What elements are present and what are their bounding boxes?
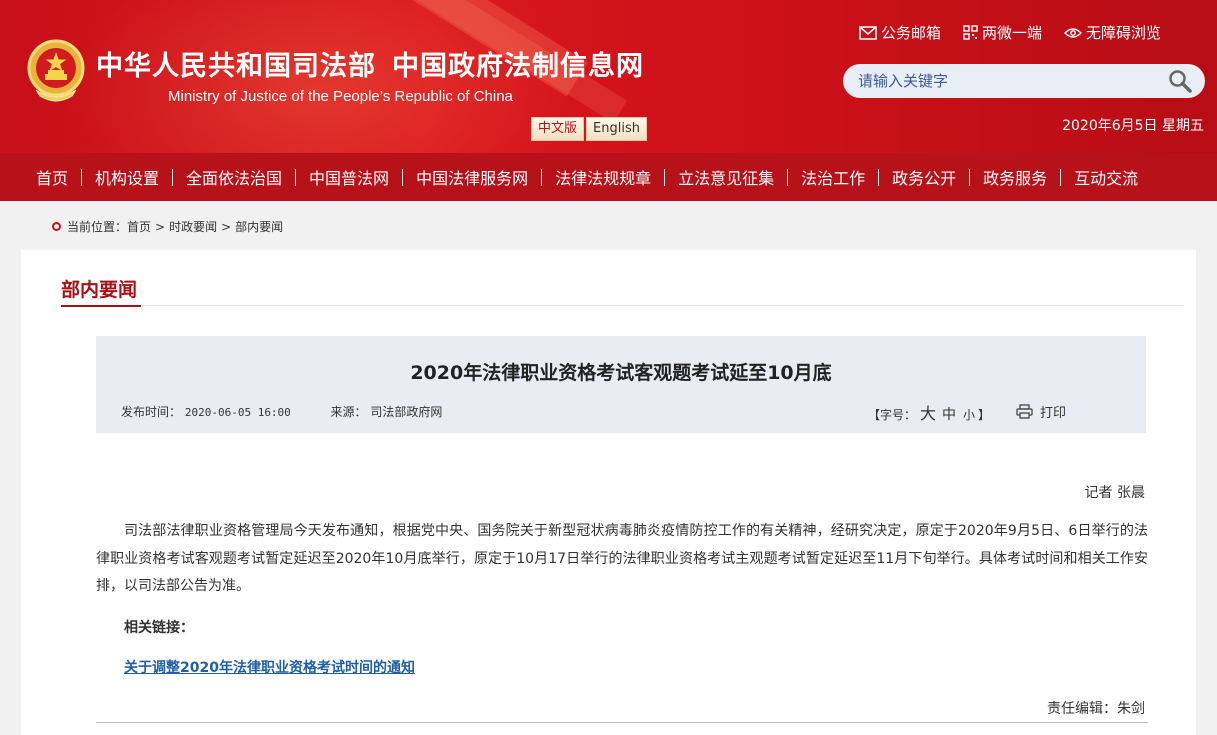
official-mail-label: 公务邮箱 (881, 24, 942, 42)
nav-item-pufa[interactable]: 中国普法网 (296, 165, 402, 189)
breadcrumb-political-news[interactable]: 时政要闻 (169, 218, 217, 235)
nav-separator (878, 168, 880, 186)
font-size-label: 【字号： (868, 408, 917, 422)
nav-separator (664, 168, 666, 186)
breadcrumb-home[interactable]: 首页 (127, 218, 151, 235)
mail-icon (859, 25, 877, 40)
site-title: 中华人民共和国司法部 中国政府法制信息网 (96, 44, 660, 83)
font-size-control: 【字号： 大 中 小 】 (868, 400, 990, 424)
current-date: 2020年6月5日 星期五 (1062, 118, 1204, 134)
official-mail-link[interactable]: 公务邮箱 (859, 22, 941, 43)
printer-icon (1016, 404, 1033, 419)
lang-english-button[interactable]: English (586, 117, 647, 141)
breadcrumb-separator: > (155, 219, 166, 234)
article-body: 司法部法律职业资格管理局今天发布通知，根据党中央、国务院关于新型冠状病毒肺炎疫情… (96, 523, 1148, 594)
site-title-ministry: 中华人民共和国司法部 (96, 51, 376, 82)
language-switch: 中文版 English (531, 117, 647, 141)
nav-item-government-services[interactable]: 政务服务 (970, 165, 1060, 189)
national-emblem-icon[interactable] (26, 38, 86, 104)
article-meta: 发布时间： 2020-06-05 16:00 来源： 司法部政府网 (121, 403, 442, 420)
main-nav: 首页 机构设置 全面依法治国 中国普法网 中国法律服务网 法律法规规章 立法意见… (0, 153, 1217, 201)
responsible-editor: 责任编辑：朱剑 (1047, 701, 1145, 717)
search-box (843, 64, 1205, 98)
search-input[interactable] (858, 72, 1167, 90)
article-bottom-divider (96, 722, 1148, 723)
site-header: 中华人民共和国司法部 中国政府法制信息网 Ministry of Justice … (0, 0, 1217, 153)
font-size-medium-button[interactable]: 中 (942, 404, 956, 424)
accessibility-link[interactable]: 无障碍浏览 (1064, 22, 1161, 43)
article-title: 2020年法律职业资格考试客观题考试延至10月底 (410, 362, 832, 384)
nav-item-regulations[interactable]: 法律法规规章 (542, 165, 664, 189)
weibo-wechat-app-link[interactable]: 两微一端 (963, 22, 1042, 43)
font-size-bracket-close: 】 (978, 408, 991, 422)
publish-time: 2020-06-05 16:00 (184, 406, 291, 419)
nav-item-legislation-opinions[interactable]: 立法意见征集 (665, 165, 787, 189)
site-title-network: 中国政府法制信息网 (392, 51, 644, 82)
nav-item-interaction[interactable]: 互动交流 (1061, 165, 1151, 189)
lang-chinese-button[interactable]: 中文版 (531, 117, 585, 141)
eye-icon (1064, 27, 1083, 38)
related-links-label: 相关链接： (124, 620, 194, 636)
breadcrumb-ministry-news[interactable]: 部内要闻 (235, 218, 283, 235)
source-value: 司法部政府网 (370, 405, 443, 419)
nav-separator (541, 168, 543, 186)
publish-time-label: 发布时间： (121, 405, 182, 419)
reporter-name: 记者 张晨 (1084, 485, 1145, 501)
section-title-underline (61, 305, 141, 307)
nav-item-organization[interactable]: 机构设置 (82, 165, 172, 189)
nav-separator (81, 168, 83, 186)
source-label: 来源： (330, 405, 367, 419)
accessibility-label: 无障碍浏览 (1086, 24, 1162, 42)
print-button[interactable]: 打印 (1016, 402, 1066, 421)
breadcrumb-prefix: 当前位置： (67, 220, 128, 234)
content-panel: 部内要闻 2020年法律职业资格考试客观题考试延至10月底 发布时间： 2020… (21, 250, 1196, 735)
nav-separator (787, 168, 789, 186)
nav-item-rule-of-law[interactable]: 全面依法治国 (173, 165, 295, 189)
nav-separator (172, 168, 174, 186)
nav-separator (1060, 168, 1062, 186)
qr-icon (963, 25, 978, 40)
font-size-large-button[interactable]: 大 (920, 400, 936, 424)
breadcrumb: 当前位置： 首页 > 时政要闻 > 部内要闻 (52, 218, 283, 235)
section-title: 部内要闻 (61, 279, 138, 301)
nav-separator (295, 168, 297, 186)
section-divider (61, 305, 1183, 306)
weibo-wechat-app-label: 两微一端 (982, 24, 1043, 42)
breadcrumb-separator: > (221, 219, 232, 234)
nav-item-home[interactable]: 首页 (23, 165, 81, 189)
site-subtitle: Ministry of Justice of the People’s Repu… (168, 88, 513, 105)
location-dot-icon (52, 222, 61, 231)
nav-separator (402, 168, 404, 186)
nav-item-open-government[interactable]: 政务公开 (879, 165, 969, 189)
search-icon[interactable] (1167, 68, 1193, 94)
nav-separator (969, 168, 971, 186)
print-label: 打印 (1040, 406, 1067, 421)
top-links: 公务邮箱 两微一端 无障碍浏览 (859, 22, 1161, 43)
related-link[interactable]: 关于调整2020年法律职业资格考试时间的通知 (124, 657, 415, 677)
font-size-small-button[interactable]: 小 (963, 406, 975, 423)
article-header: 2020年法律职业资格考试客观题考试延至10月底 发布时间： 2020-06-0… (96, 336, 1146, 433)
nav-item-legal-work[interactable]: 法治工作 (788, 165, 878, 189)
nav-item-legal-service[interactable]: 中国法律服务网 (403, 165, 541, 189)
